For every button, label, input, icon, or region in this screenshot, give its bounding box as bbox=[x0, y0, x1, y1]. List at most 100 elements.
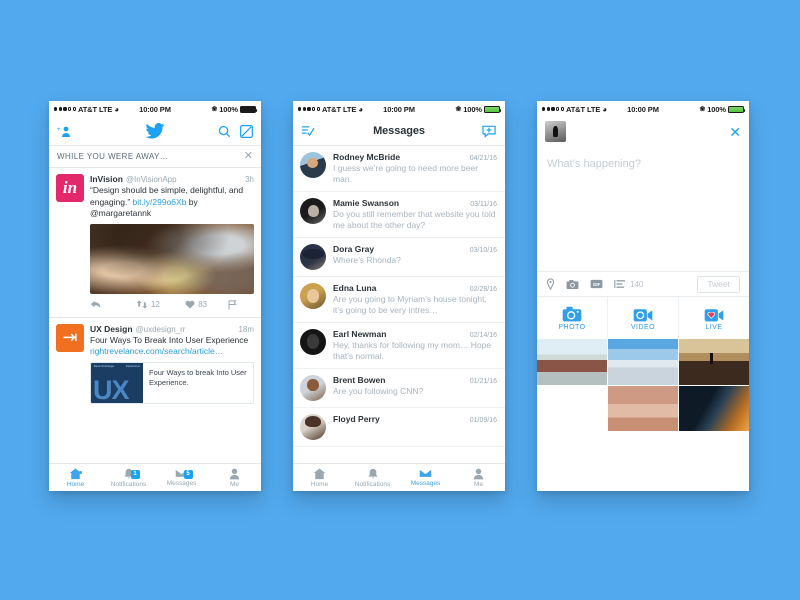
list-item[interactable]: Rodney McBride 04/21/16 I guess we’re goin… bbox=[293, 146, 505, 192]
sidebar-item-messages[interactable]: Messages bbox=[399, 468, 452, 487]
tweet-link[interactable]: bit.ly/299o6Xb bbox=[133, 197, 187, 207]
avatar[interactable] bbox=[300, 329, 326, 355]
message-preview: Are you going to Myriam’s house tonight,… bbox=[333, 294, 487, 315]
battery-icon bbox=[240, 105, 258, 113]
photo-thumbnail[interactable] bbox=[679, 339, 749, 385]
reply-button[interactable] bbox=[90, 300, 136, 309]
tweet-link[interactable]: rightrevelance.com/search/article… bbox=[90, 346, 223, 356]
character-counter: 140 bbox=[630, 279, 644, 289]
home-dot-badge bbox=[78, 470, 82, 474]
tweet-photo[interactable] bbox=[90, 223, 254, 294]
retweet-button[interactable]: 12 bbox=[136, 300, 185, 309]
sidebar-item-home[interactable]: Home bbox=[49, 468, 102, 488]
tweet-button[interactable]: Tweet bbox=[697, 275, 740, 293]
media-type-tabs: PHOTO VIDEO LIVE bbox=[537, 297, 749, 339]
page-title: Messages bbox=[373, 125, 425, 137]
photo-thumbnail[interactable] bbox=[537, 339, 607, 385]
poll-icon[interactable] bbox=[614, 279, 626, 289]
sidebar-item-label: Messages bbox=[166, 480, 197, 487]
avatar[interactable]: ⇥ bbox=[56, 323, 84, 352]
avatar[interactable] bbox=[300, 414, 326, 440]
list-item[interactable]: Mamie Swanson 03/11/16 Do you still rememb… bbox=[293, 192, 505, 238]
location-pin-icon[interactable] bbox=[546, 278, 555, 290]
tweet-timestamp: 3h bbox=[245, 175, 254, 184]
contact-name: Earl Newman bbox=[333, 329, 387, 339]
twitter-bird-icon bbox=[145, 123, 165, 139]
photo-thumbnail[interactable] bbox=[608, 385, 678, 431]
avatar-glyph: ⇥ bbox=[62, 327, 78, 347]
retweet-count: 12 bbox=[150, 300, 160, 309]
tweet-text-part1: Four Ways To Break Into User Experience bbox=[90, 334, 249, 345]
camera-icon[interactable] bbox=[566, 279, 579, 290]
photo-thumbnail[interactable] bbox=[608, 339, 678, 385]
close-icon[interactable]: ✕ bbox=[729, 125, 741, 139]
list-item[interactable]: Edna Luna 02/28/16 Are you going to Myriam… bbox=[293, 277, 505, 323]
message-date: 01/09/16 bbox=[469, 417, 497, 424]
sidebar-item-messages[interactable]: 5 Messages bbox=[155, 468, 208, 487]
contact-name: Floyd Perry bbox=[333, 414, 380, 424]
screenshot-canvas: AT&T LTE ◕ 10:00 PM ❀ 100% + WHILE YOU W… bbox=[0, 0, 800, 600]
status-bar: AT&T LTE ◕ 10:00 PM ❀ 100% bbox=[49, 101, 261, 117]
list-item[interactable]: Floyd Perry 01/09/16 bbox=[293, 408, 505, 447]
messages-list[interactable]: Rodney McBride 04/21/16 I guess we’re goin… bbox=[293, 146, 505, 463]
while-you-were-away-label: WHILE YOU WERE AWAY… bbox=[57, 152, 169, 161]
avatar[interactable] bbox=[300, 152, 326, 178]
compose-text-area[interactable]: What’s happening? bbox=[537, 146, 749, 271]
list-item[interactable]: Earl Newman 02/14/16 Hey, thanks for follo… bbox=[293, 323, 505, 369]
tweet-item[interactable]: in InVision @InVisionApp 3h “Design shou… bbox=[49, 168, 261, 317]
photo-picker-grid[interactable] bbox=[537, 339, 749, 431]
new-message-icon[interactable] bbox=[482, 125, 497, 138]
avatar[interactable] bbox=[300, 283, 326, 309]
tweet-item[interactable]: ⇥ UX Design @uxdesign_rr 18m Four Ways T… bbox=[49, 318, 261, 404]
avatar-glyph: in bbox=[62, 178, 78, 197]
timeline-scroll-area[interactable]: WHILE YOU WERE AWAY… ✕ in InVision @InVi… bbox=[49, 146, 261, 463]
tab-photo[interactable]: PHOTO bbox=[537, 297, 608, 339]
gif-icon[interactable]: GIF bbox=[590, 279, 603, 289]
compose-icon[interactable] bbox=[240, 124, 253, 138]
avatar[interactable] bbox=[300, 244, 326, 270]
close-icon[interactable]: ✕ bbox=[244, 151, 253, 162]
bottom-tab-bar: Home 1 Notifications 5 Messages Me bbox=[49, 463, 261, 491]
svg-text:+: + bbox=[57, 127, 61, 133]
tweet-timestamp: 18m bbox=[238, 324, 254, 334]
message-preview: Do you still remember that website you t… bbox=[333, 209, 496, 230]
message-date: 01/21/16 bbox=[469, 378, 497, 385]
home-icon bbox=[69, 468, 82, 479]
link-preview-card[interactable]: Basic Exchange Experience UX Four Ways t… bbox=[90, 361, 254, 404]
sidebar-item-label: Me bbox=[473, 480, 484, 488]
tab-label: LIVE bbox=[705, 323, 723, 331]
contact-name: Brent Bowen bbox=[333, 375, 386, 385]
sidebar-item-me[interactable]: Me bbox=[452, 468, 505, 488]
sidebar-item-notifications[interactable]: 1 Notifications bbox=[102, 468, 155, 488]
sidebar-item-me[interactable]: Me bbox=[208, 468, 261, 488]
tab-live[interactable]: LIVE bbox=[679, 297, 749, 339]
avatar[interactable] bbox=[545, 121, 566, 142]
avatar[interactable] bbox=[300, 198, 326, 224]
tweet-body: “Design should be simple, delightful, an… bbox=[90, 185, 254, 220]
photo-thumbnail[interactable] bbox=[537, 385, 607, 431]
link-preview-thumbnail: Basic Exchange Experience UX bbox=[91, 362, 143, 403]
mark-all-read-icon[interactable] bbox=[301, 125, 315, 137]
status-bar: AT&T LTE ◕ 10:00 PM ❀ 100% bbox=[537, 101, 749, 117]
messages-badge: 5 bbox=[183, 470, 193, 479]
list-item[interactable]: Brent Bowen 01/21/16 Are you following CNN… bbox=[293, 369, 505, 408]
tab-video[interactable]: VIDEO bbox=[608, 297, 679, 339]
battery-icon bbox=[484, 105, 502, 113]
messages-navigation-bar: Messages bbox=[293, 117, 505, 146]
status-bar: AT&T LTE ◕ 10:00 PM ❀ 100% bbox=[293, 101, 505, 117]
like-button[interactable]: 83 bbox=[185, 300, 228, 309]
photo-thumbnail[interactable] bbox=[679, 385, 749, 431]
message-date: 03/10/16 bbox=[469, 247, 497, 254]
search-icon[interactable] bbox=[218, 125, 231, 138]
bluetooth-icon: ❀ bbox=[455, 106, 462, 113]
thumb-top-right-label: Experience bbox=[126, 364, 140, 368]
share-button[interactable] bbox=[228, 299, 238, 310]
message-date: 04/21/16 bbox=[469, 155, 497, 162]
list-item[interactable]: Dora Gray 03/10/16 Where’s Rhonda? bbox=[293, 238, 505, 277]
home-icon bbox=[313, 468, 326, 479]
avatar[interactable] bbox=[300, 375, 326, 401]
sidebar-item-home[interactable]: Home bbox=[293, 468, 346, 488]
add-person-icon[interactable]: + bbox=[57, 125, 73, 138]
avatar[interactable]: in bbox=[56, 174, 84, 202]
sidebar-item-notifications[interactable]: Notifications bbox=[346, 468, 399, 488]
